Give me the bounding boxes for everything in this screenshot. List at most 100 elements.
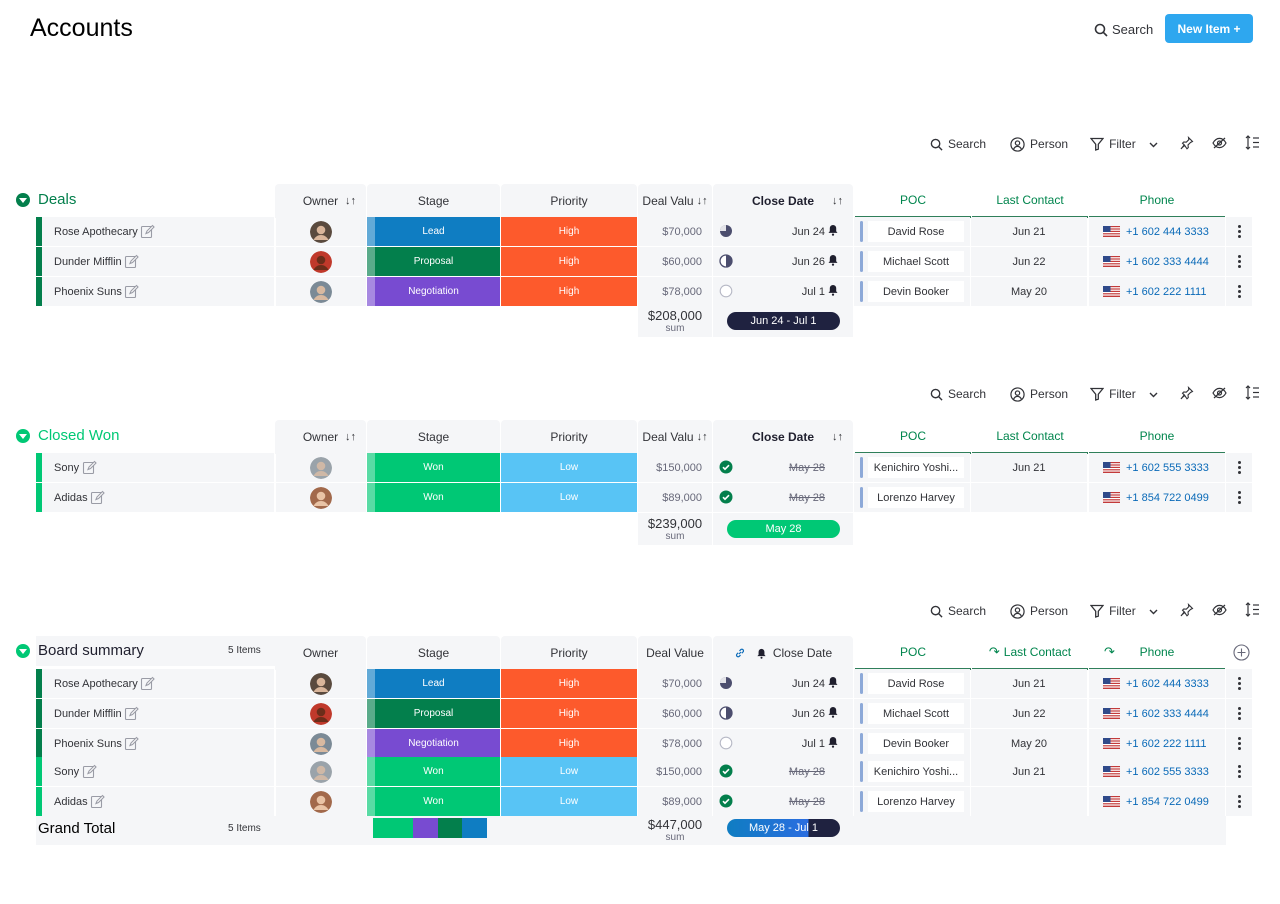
- table-row[interactable]: Rose Apothecary Lead High $70,000 Jun 24 Davi…: [36, 217, 1258, 246]
- poc-cell[interactable]: Devin Booker: [854, 729, 970, 758]
- owner-avatar[interactable]: [310, 702, 332, 725]
- owner-cell[interactable]: [276, 757, 366, 786]
- phone-cell[interactable]: +1 602 555 3333: [1089, 453, 1225, 482]
- item-name[interactable]: Rose Apothecary: [42, 217, 274, 246]
- edit-icon[interactable]: [124, 284, 140, 299]
- edit-icon[interactable]: [124, 736, 140, 751]
- priority-status[interactable]: Low: [501, 787, 637, 816]
- phone-cell[interactable]: +1 602 222 1111: [1089, 729, 1225, 758]
- toolbar-search-button[interactable]: Search: [930, 137, 986, 151]
- bell-icon[interactable]: [827, 736, 839, 748]
- edit-button[interactable]: [88, 787, 108, 816]
- add-column-button[interactable]: [1233, 644, 1250, 666]
- edit-icon[interactable]: [124, 706, 139, 721]
- collapse-chevron-icon[interactable]: [16, 643, 30, 658]
- phone-cell[interactable]: +1 602 222 1111: [1089, 277, 1225, 306]
- header-owner[interactable]: Owner ↓↑: [275, 420, 366, 454]
- item-name[interactable]: Rose Apothecary: [42, 669, 274, 698]
- poc-cell[interactable]: Kenichiro Yoshi...: [854, 453, 970, 482]
- bell-icon[interactable]: [827, 224, 839, 236]
- edit-icon[interactable]: [82, 460, 97, 475]
- owner-avatar[interactable]: [310, 250, 332, 273]
- poc-cell[interactable]: Michael Scott: [854, 699, 970, 728]
- owner-avatar[interactable]: [310, 280, 332, 303]
- row-menu-button[interactable]: [1226, 669, 1252, 698]
- poc-cell[interactable]: Lorenzo Harvey: [854, 787, 970, 816]
- sort-icon[interactable]: ↓↑: [832, 431, 843, 443]
- row-height-icon[interactable]: [1245, 385, 1260, 403]
- phone-cell[interactable]: +1 854 722 0499: [1089, 787, 1225, 816]
- owner-avatar[interactable]: [310, 790, 332, 813]
- phone-cell[interactable]: +1 602 333 4444: [1089, 247, 1225, 276]
- group-title[interactable]: Closed Won: [16, 427, 119, 444]
- header-poc[interactable]: POC: [855, 636, 971, 670]
- poc-cell[interactable]: David Rose: [854, 669, 970, 698]
- row-menu-button[interactable]: [1226, 277, 1252, 306]
- toolbar-filter-button[interactable]: Filter: [1090, 387, 1158, 401]
- poc-cell[interactable]: David Rose: [854, 217, 970, 246]
- edit-icon[interactable]: [82, 764, 97, 779]
- poc-cell[interactable]: Kenichiro Yoshi...: [854, 757, 970, 786]
- header-poc[interactable]: POC: [855, 420, 971, 454]
- edit-button[interactable]: [79, 453, 99, 482]
- priority-status[interactable]: High: [501, 669, 637, 698]
- edit-button[interactable]: [138, 217, 158, 246]
- sort-icon[interactable]: ↓↑: [697, 195, 708, 207]
- edit-button[interactable]: [122, 699, 142, 728]
- chevron-down-icon[interactable]: [1149, 137, 1158, 151]
- owner-cell[interactable]: [276, 699, 366, 728]
- bell-icon[interactable]: [827, 706, 839, 718]
- phone-cell[interactable]: +1 602 444 3333: [1089, 217, 1225, 246]
- row-menu-button[interactable]: [1226, 699, 1252, 728]
- last-contact[interactable]: Jun 22: [971, 699, 1087, 728]
- row-menu-button[interactable]: [1226, 787, 1252, 816]
- edit-icon[interactable]: [90, 490, 105, 505]
- close-date-cell[interactable]: Jun 24: [713, 669, 853, 698]
- owner-cell[interactable]: [276, 277, 366, 306]
- edit-icon[interactable]: [140, 676, 156, 691]
- stage-status[interactable]: Won: [367, 787, 500, 816]
- row-menu-button[interactable]: [1226, 483, 1252, 512]
- close-date-cell[interactable]: May 28: [713, 757, 853, 786]
- header-stage[interactable]: Stage: [367, 420, 500, 454]
- header-close-date[interactable]: Close Date ↓↑: [713, 420, 853, 454]
- last-contact[interactable]: [971, 787, 1087, 816]
- pin-icon[interactable]: [1180, 135, 1194, 153]
- header-close-date[interactable]: Close Date ↓↑: [713, 184, 853, 218]
- row-menu-button[interactable]: [1226, 453, 1252, 482]
- header-last-contact[interactable]: Last Contact: [972, 184, 1088, 218]
- toolbar-filter-button[interactable]: Filter: [1090, 604, 1158, 618]
- last-contact[interactable]: May 20: [971, 277, 1087, 306]
- owner-avatar[interactable]: [310, 672, 332, 695]
- stage-status[interactable]: Lead: [367, 217, 500, 246]
- bell-icon[interactable]: [827, 254, 839, 266]
- row-menu-button[interactable]: [1226, 247, 1252, 276]
- hide-eye-icon[interactable]: [1212, 604, 1227, 619]
- hide-eye-icon[interactable]: [1212, 137, 1227, 152]
- header-owner[interactable]: Owner: [275, 636, 366, 670]
- close-date-cell[interactable]: Jul 1: [713, 277, 853, 306]
- header-phone[interactable]: Phone: [1089, 420, 1225, 454]
- chevron-down-icon[interactable]: [1149, 604, 1158, 618]
- priority-status[interactable]: High: [501, 699, 637, 728]
- priority-status[interactable]: Low: [501, 483, 637, 512]
- phone-cell[interactable]: +1 602 555 3333: [1089, 757, 1225, 786]
- owner-cell[interactable]: [276, 483, 366, 512]
- owner-cell[interactable]: [276, 247, 366, 276]
- edit-button[interactable]: [122, 277, 142, 306]
- table-row[interactable]: Dunder Mifflin Proposal High $60,000 Jun 26 M…: [36, 699, 1258, 728]
- header-poc[interactable]: POC: [855, 184, 971, 218]
- toolbar-search-button[interactable]: Search: [930, 387, 986, 401]
- last-contact[interactable]: May 20: [971, 729, 1087, 758]
- owner-avatar[interactable]: [310, 456, 332, 479]
- edit-icon[interactable]: [124, 254, 139, 269]
- table-row[interactable]: Sony Won Low $150,000 May 28 Kenichiro Yoshi.…: [36, 757, 1258, 786]
- edit-button[interactable]: [79, 757, 99, 786]
- stage-status[interactable]: Lead: [367, 669, 500, 698]
- close-date-cell[interactable]: Jun 26: [713, 699, 853, 728]
- last-contact[interactable]: [971, 483, 1087, 512]
- item-name[interactable]: Dunder Mifflin: [42, 247, 274, 276]
- owner-avatar[interactable]: [310, 486, 332, 509]
- header-priority[interactable]: Priority: [501, 184, 637, 218]
- owner-avatar[interactable]: [310, 760, 332, 783]
